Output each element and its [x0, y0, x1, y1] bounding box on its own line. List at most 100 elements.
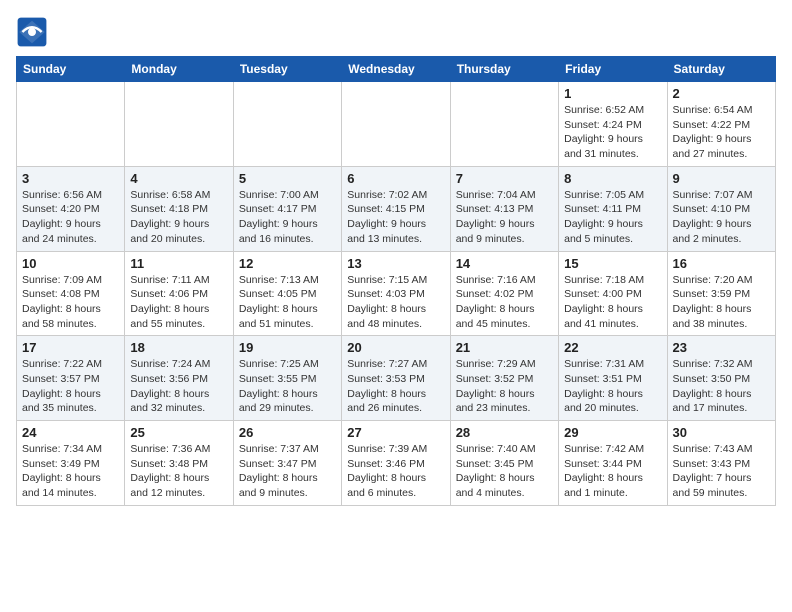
- day-info: Sunrise: 7:36 AM Sunset: 3:48 PM Dayligh…: [130, 442, 227, 501]
- calendar-cell: 1 Sunrise: 6:52 AM Sunset: 4:24 PM Daylig…: [559, 82, 667, 167]
- day-info: Sunrise: 7:16 AM Sunset: 4:02 PM Dayligh…: [456, 273, 553, 332]
- calendar-week-1: 1 Sunrise: 6:52 AM Sunset: 4:24 PM Daylig…: [17, 82, 776, 167]
- calendar-cell: [17, 82, 125, 167]
- weekday-header-row: SundayMondayTuesdayWednesdayThursdayFrid…: [17, 57, 776, 82]
- weekday-header-saturday: Saturday: [667, 57, 775, 82]
- day-number: 3: [22, 171, 119, 186]
- weekday-header-thursday: Thursday: [450, 57, 558, 82]
- day-info: Sunrise: 7:40 AM Sunset: 3:45 PM Dayligh…: [456, 442, 553, 501]
- calendar-week-2: 3 Sunrise: 6:56 AM Sunset: 4:20 PM Daylig…: [17, 166, 776, 251]
- day-info: Sunrise: 7:15 AM Sunset: 4:03 PM Dayligh…: [347, 273, 444, 332]
- day-info: Sunrise: 7:24 AM Sunset: 3:56 PM Dayligh…: [130, 357, 227, 416]
- calendar-cell: 19Sunrise: 7:25 AM Sunset: 3:55 PM Dayli…: [233, 336, 341, 421]
- day-number: 14: [456, 256, 553, 271]
- calendar-cell: 28 Sunrise: 7:40 AM Sunset: 3:45 PM Dayli…: [450, 421, 558, 506]
- day-info: Sunrise: 7:20 AM Sunset: 3:59 PM Dayligh…: [673, 273, 770, 332]
- day-info: Sunrise: 7:43 AM Sunset: 3:43 PM Dayligh…: [673, 442, 770, 501]
- calendar-cell: 23 Sunrise: 7:32 AM Sunset: 3:50 PM Dayli…: [667, 336, 775, 421]
- calendar-cell: 2 Sunrise: 6:54 AM Sunset: 4:22 PM Daylig…: [667, 82, 775, 167]
- day-number: 1: [564, 86, 661, 101]
- day-number: 9: [673, 171, 770, 186]
- day-info: Sunrise: 6:58 AM Sunset: 4:18 PM Dayligh…: [130, 188, 227, 247]
- page-header: [16, 16, 776, 48]
- day-number: 11: [130, 256, 227, 271]
- day-number: 2: [673, 86, 770, 101]
- day-info: Sunrise: 7:29 AM Sunset: 3:52 PM Dayligh…: [456, 357, 553, 416]
- day-number: 8: [564, 171, 661, 186]
- day-number: 15: [564, 256, 661, 271]
- day-info: Sunrise: 6:54 AM Sunset: 4:22 PM Dayligh…: [673, 103, 770, 162]
- calendar-cell: [125, 82, 233, 167]
- calendar-cell: 17 Sunrise: 7:22 AM Sunset: 3:57 PM Dayli…: [17, 336, 125, 421]
- calendar-cell: 9 Sunrise: 7:07 AM Sunset: 4:10 PM Daylig…: [667, 166, 775, 251]
- day-number: 22: [564, 340, 661, 355]
- calendar-cell: 16 Sunrise: 7:20 AM Sunset: 3:59 PM Dayli…: [667, 251, 775, 336]
- day-info: Sunrise: 7:25 AM Sunset: 3:55 PM Dayligh…: [239, 357, 336, 416]
- calendar-cell: [233, 82, 341, 167]
- calendar-cell: 7Sunrise: 7:04 AM Sunset: 4:13 PM Daylig…: [450, 166, 558, 251]
- day-info: Sunrise: 6:52 AM Sunset: 4:24 PM Dayligh…: [564, 103, 661, 162]
- day-number: 17: [22, 340, 119, 355]
- calendar-week-4: 17 Sunrise: 7:22 AM Sunset: 3:57 PM Dayli…: [17, 336, 776, 421]
- calendar-cell: 26 Sunrise: 7:37 AM Sunset: 3:47 PM Dayli…: [233, 421, 341, 506]
- calendar-cell: 10Sunrise: 7:09 AM Sunset: 4:08 PM Dayli…: [17, 251, 125, 336]
- calendar-cell: 6Sunrise: 7:02 AM Sunset: 4:15 PM Daylig…: [342, 166, 450, 251]
- day-number: 26: [239, 425, 336, 440]
- calendar-week-5: 24 Sunrise: 7:34 AM Sunset: 3:49 PM Dayli…: [17, 421, 776, 506]
- day-number: 29: [564, 425, 661, 440]
- day-info: Sunrise: 7:32 AM Sunset: 3:50 PM Dayligh…: [673, 357, 770, 416]
- day-info: Sunrise: 7:37 AM Sunset: 3:47 PM Dayligh…: [239, 442, 336, 501]
- calendar-cell: 15 Sunrise: 7:18 AM Sunset: 4:00 PM Dayli…: [559, 251, 667, 336]
- day-info: Sunrise: 7:34 AM Sunset: 3:49 PM Dayligh…: [22, 442, 119, 501]
- calendar-cell: 30 Sunrise: 7:43 AM Sunset: 3:43 PM Dayli…: [667, 421, 775, 506]
- day-number: 21: [456, 340, 553, 355]
- day-number: 23: [673, 340, 770, 355]
- calendar-cell: 13 Sunrise: 7:15 AM Sunset: 4:03 PM Dayli…: [342, 251, 450, 336]
- day-number: 13: [347, 256, 444, 271]
- day-number: 12: [239, 256, 336, 271]
- calendar-table: SundayMondayTuesdayWednesdayThursdayFrid…: [16, 56, 776, 506]
- weekday-header-sunday: Sunday: [17, 57, 125, 82]
- day-info: Sunrise: 7:22 AM Sunset: 3:57 PM Dayligh…: [22, 357, 119, 416]
- day-number: 6: [347, 171, 444, 186]
- calendar-cell: 11 Sunrise: 7:11 AM Sunset: 4:06 PM Dayli…: [125, 251, 233, 336]
- calendar-week-3: 10Sunrise: 7:09 AM Sunset: 4:08 PM Dayli…: [17, 251, 776, 336]
- day-number: 4: [130, 171, 227, 186]
- calendar-cell: 24 Sunrise: 7:34 AM Sunset: 3:49 PM Dayli…: [17, 421, 125, 506]
- calendar-cell: 4 Sunrise: 6:58 AM Sunset: 4:18 PM Daylig…: [125, 166, 233, 251]
- weekday-header-monday: Monday: [125, 57, 233, 82]
- day-number: 7: [456, 171, 553, 186]
- logo: [16, 16, 52, 48]
- day-info: Sunrise: 7:00 AM Sunset: 4:17 PM Dayligh…: [239, 188, 336, 247]
- day-number: 30: [673, 425, 770, 440]
- day-number: 20: [347, 340, 444, 355]
- day-number: 25: [130, 425, 227, 440]
- calendar-cell: 18 Sunrise: 7:24 AM Sunset: 3:56 PM Dayli…: [125, 336, 233, 421]
- day-info: Sunrise: 7:18 AM Sunset: 4:00 PM Dayligh…: [564, 273, 661, 332]
- calendar-cell: 8Sunrise: 7:05 AM Sunset: 4:11 PM Daylig…: [559, 166, 667, 251]
- day-info: Sunrise: 7:42 AM Sunset: 3:44 PM Dayligh…: [564, 442, 661, 501]
- day-info: Sunrise: 7:11 AM Sunset: 4:06 PM Dayligh…: [130, 273, 227, 332]
- calendar-cell: 25 Sunrise: 7:36 AM Sunset: 3:48 PM Dayli…: [125, 421, 233, 506]
- calendar-cell: 20Sunrise: 7:27 AM Sunset: 3:53 PM Dayli…: [342, 336, 450, 421]
- calendar-cell: 29 Sunrise: 7:42 AM Sunset: 3:44 PM Dayli…: [559, 421, 667, 506]
- day-info: Sunrise: 7:13 AM Sunset: 4:05 PM Dayligh…: [239, 273, 336, 332]
- calendar-cell: 12 Sunrise: 7:13 AM Sunset: 4:05 PM Dayli…: [233, 251, 341, 336]
- day-info: Sunrise: 6:56 AM Sunset: 4:20 PM Dayligh…: [22, 188, 119, 247]
- calendar-cell: [342, 82, 450, 167]
- day-info: Sunrise: 7:09 AM Sunset: 4:08 PM Dayligh…: [22, 273, 119, 332]
- day-number: 5: [239, 171, 336, 186]
- day-number: 27: [347, 425, 444, 440]
- day-number: 18: [130, 340, 227, 355]
- day-number: 24: [22, 425, 119, 440]
- calendar-cell: 22 Sunrise: 7:31 AM Sunset: 3:51 PM Dayli…: [559, 336, 667, 421]
- calendar-cell: 14 Sunrise: 7:16 AM Sunset: 4:02 PM Dayli…: [450, 251, 558, 336]
- weekday-header-wednesday: Wednesday: [342, 57, 450, 82]
- calendar-cell: 27Sunrise: 7:39 AM Sunset: 3:46 PM Dayli…: [342, 421, 450, 506]
- calendar-cell: [450, 82, 558, 167]
- day-info: Sunrise: 7:31 AM Sunset: 3:51 PM Dayligh…: [564, 357, 661, 416]
- day-number: 28: [456, 425, 553, 440]
- day-number: 16: [673, 256, 770, 271]
- day-info: Sunrise: 7:07 AM Sunset: 4:10 PM Dayligh…: [673, 188, 770, 247]
- weekday-header-tuesday: Tuesday: [233, 57, 341, 82]
